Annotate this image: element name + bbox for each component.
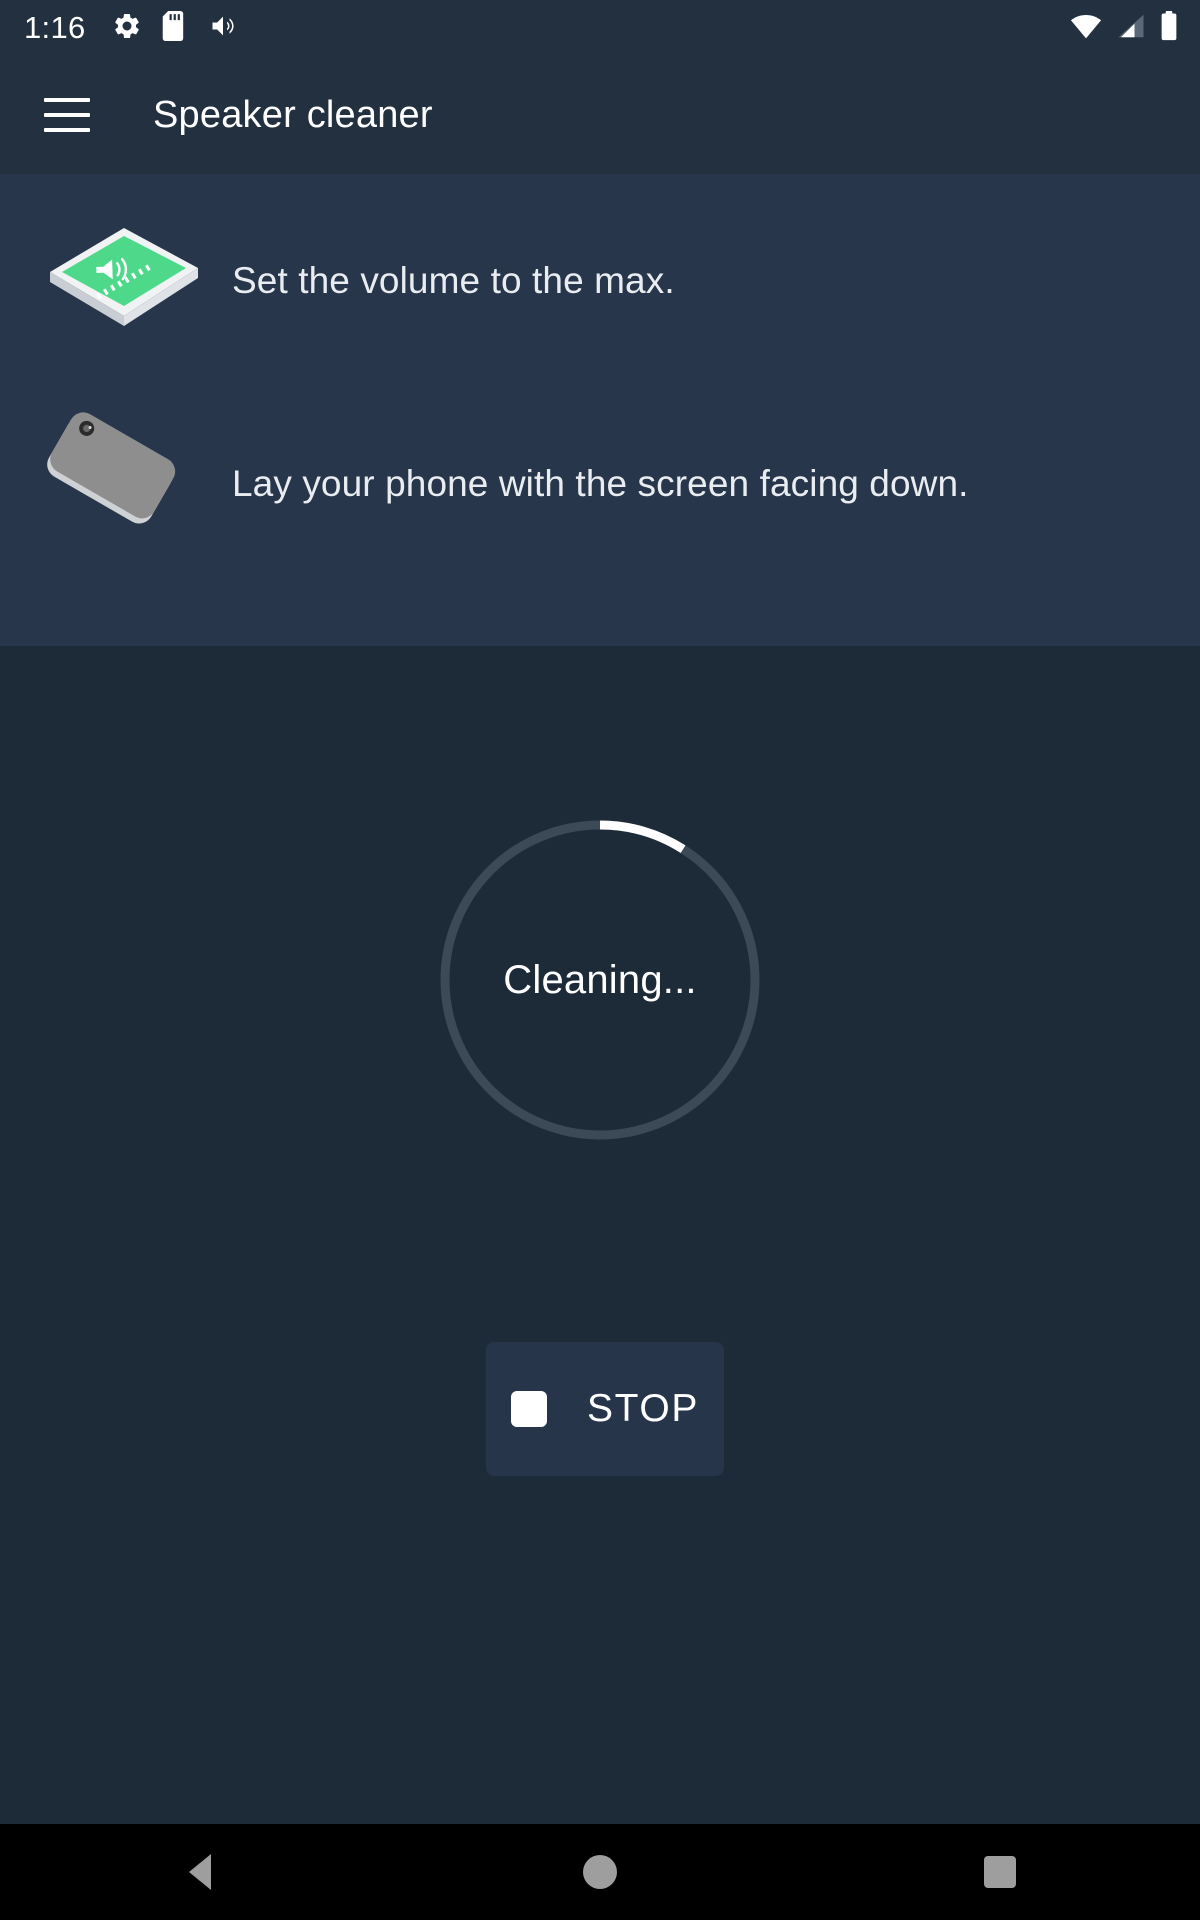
settings-gear-icon <box>112 11 142 46</box>
status-bar-clock: 1:16 <box>24 10 86 45</box>
status-bar-system-icons <box>1070 10 1178 46</box>
hamburger-line-1 <box>44 98 90 102</box>
app-bar: Speaker cleaner <box>0 56 1200 174</box>
status-bar: 1:16 <box>0 0 1200 56</box>
hamburger-menu-icon[interactable] <box>44 98 90 132</box>
hamburger-line-3 <box>44 128 90 132</box>
phone-face-down-illustration <box>30 409 220 559</box>
app-screen: 1:16 Speaker cleaner Set the volume to t… <box>0 0 1200 1920</box>
nav-recent-apps-button[interactable] <box>920 1824 1080 1920</box>
hamburger-line-2 <box>44 113 90 117</box>
sd-card-icon <box>162 10 188 46</box>
nav-back-button[interactable] <box>120 1824 280 1920</box>
status-bar-notification-icons <box>112 10 238 46</box>
instruction-text: Set the volume to the max. <box>232 260 675 301</box>
cellular-signal-icon <box>1116 13 1146 44</box>
stop-button[interactable]: STOP <box>486 1342 724 1476</box>
instruction-item: Lay your phone with the screen facing do… <box>0 409 1200 559</box>
battery-icon <box>1160 10 1178 46</box>
nav-home-button[interactable] <box>520 1824 680 1920</box>
instructions-panel: Set the volume to the max. Lay your phon… <box>0 174 1200 646</box>
instruction-text: Lay your phone with the screen facing do… <box>232 463 969 504</box>
cleaning-progress-ring: Cleaning... <box>430 810 770 1150</box>
progress-status-text: Cleaning... <box>503 957 697 1002</box>
volume-up-icon <box>208 12 238 45</box>
phone-volume-max-illustration <box>30 206 220 356</box>
back-triangle-icon <box>189 1854 211 1890</box>
stop-button-label: STOP <box>587 1387 699 1430</box>
stop-square-icon <box>511 1391 548 1427</box>
instruction-item: Set the volume to the max. <box>0 206 1200 356</box>
wifi-icon <box>1070 13 1102 44</box>
system-navigation-bar <box>0 1824 1200 1920</box>
page-title: Speaker cleaner <box>153 93 433 136</box>
recent-apps-square-icon <box>984 1856 1016 1888</box>
home-circle-icon <box>583 1855 617 1889</box>
progress-section: Cleaning... <box>0 810 1200 1150</box>
